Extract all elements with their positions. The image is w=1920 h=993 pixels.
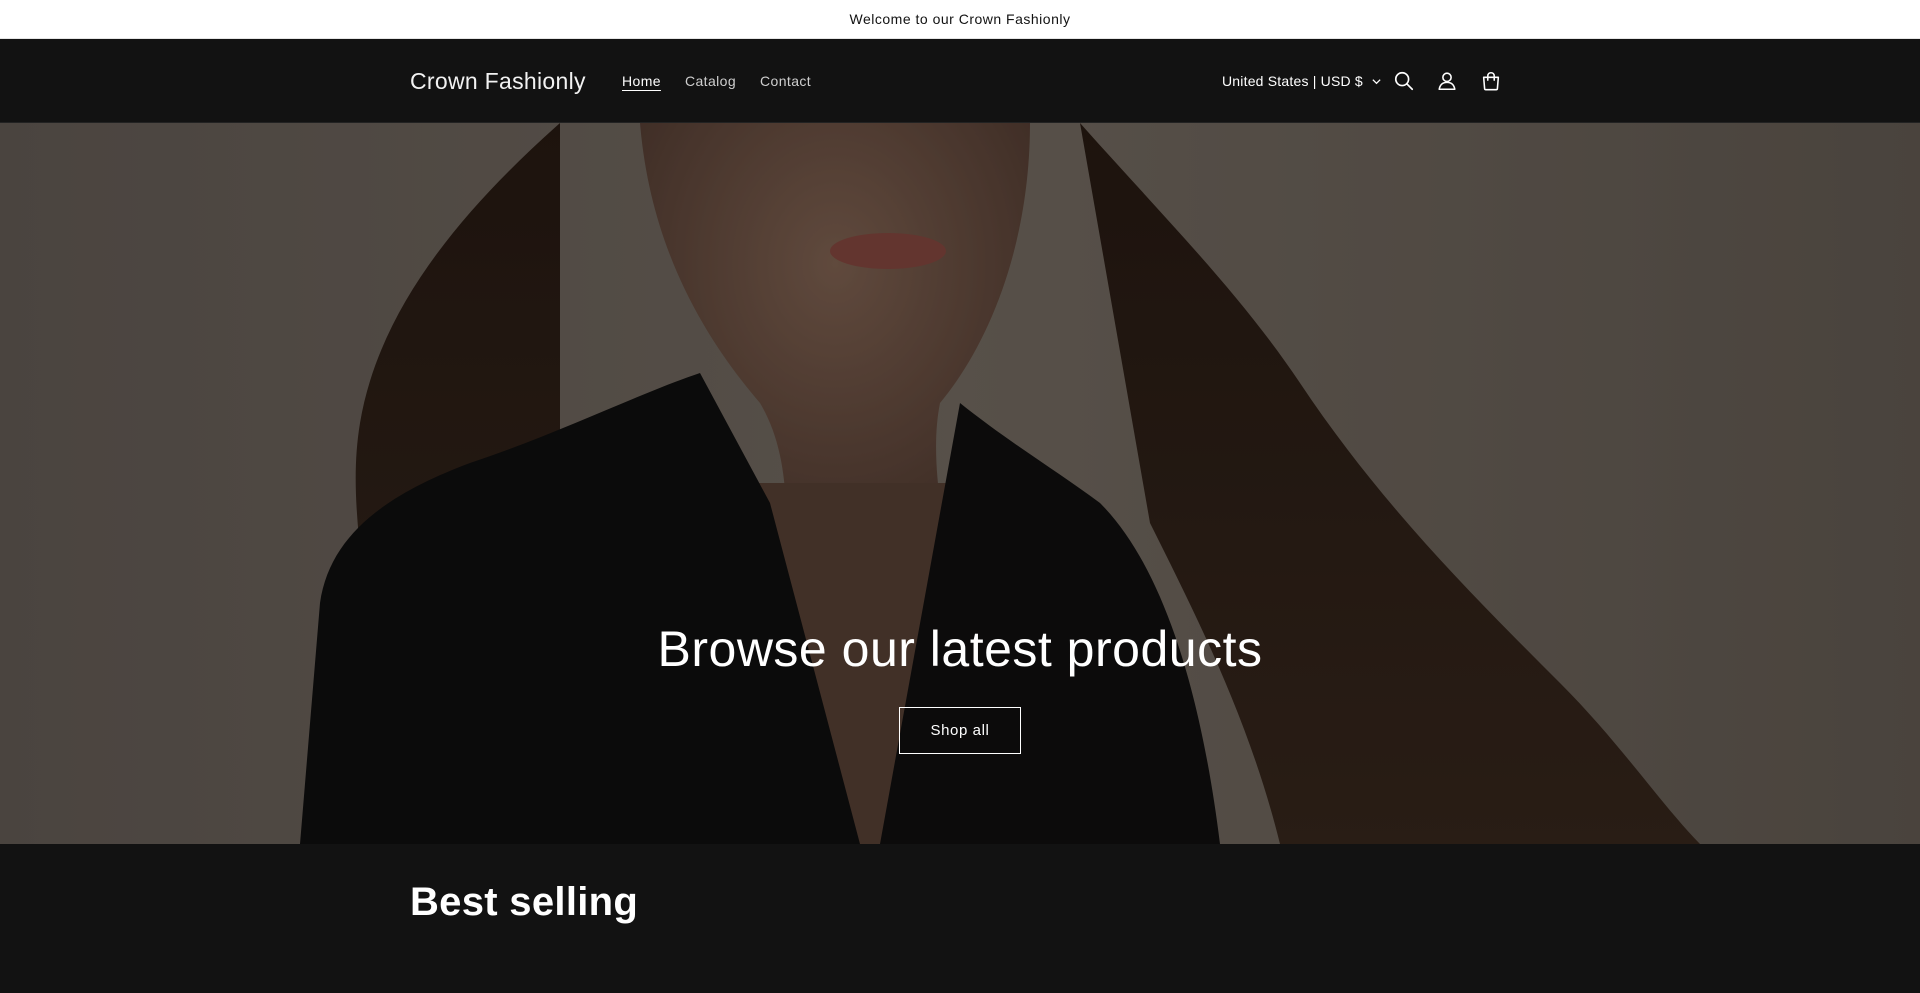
shop-all-button[interactable]: Shop all — [899, 707, 1021, 754]
best-selling-section: Best selling — [0, 844, 1920, 993]
hero-title: Browse our latest products — [657, 621, 1263, 677]
site-header: Crown Fashionly Home Catalog Contact Uni… — [0, 39, 1920, 123]
announcement-bar: Welcome to our Crown Fashionly — [0, 0, 1920, 39]
country-currency-selector[interactable]: United States | USD $ — [1222, 39, 1382, 123]
announcement-text: Welcome to our Crown Fashionly — [849, 11, 1071, 27]
nav-link-home[interactable]: Home — [622, 73, 661, 89]
nav-link-catalog[interactable]: Catalog — [685, 73, 736, 89]
search-button[interactable] — [1390, 67, 1418, 95]
hero-banner: Browse our latest products Shop all — [0, 123, 1920, 844]
nav-link-contact[interactable]: Contact — [760, 73, 811, 89]
main-nav: Home Catalog Contact — [622, 39, 811, 123]
brand-logo[interactable]: Crown Fashionly — [410, 39, 586, 123]
section-title: Best selling — [410, 880, 639, 924]
cart-button[interactable] — [1477, 67, 1505, 95]
search-icon — [1394, 71, 1414, 91]
cart-icon — [1482, 71, 1500, 91]
account-button[interactable] — [1433, 67, 1461, 95]
locale-label: United States | USD $ — [1222, 73, 1363, 89]
chevron-down-icon — [1372, 78, 1381, 84]
account-icon — [1438, 72, 1456, 91]
